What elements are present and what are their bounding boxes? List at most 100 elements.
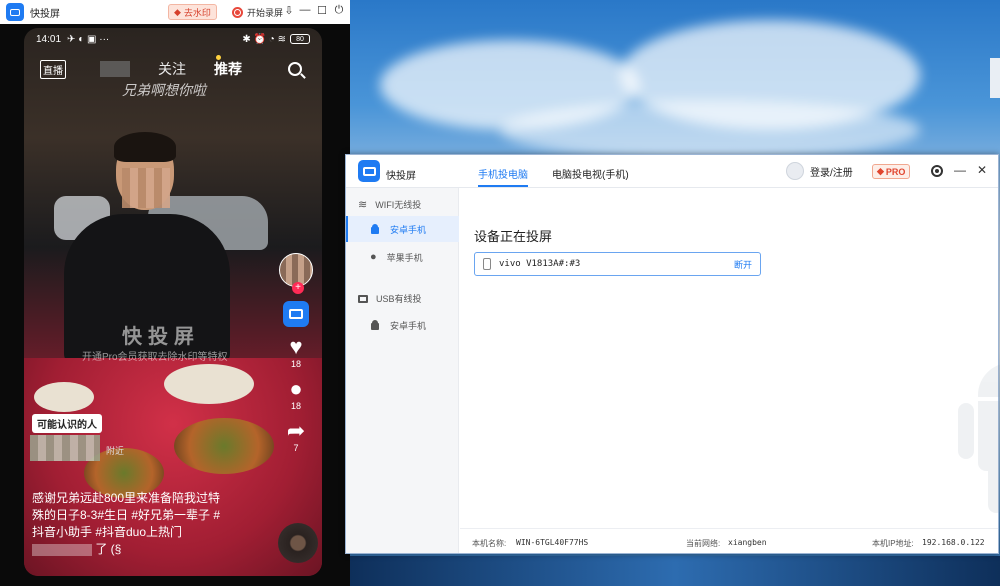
cloud bbox=[500, 100, 920, 160]
remove-watermark-label: 去水印 bbox=[183, 7, 211, 18]
phone-device-icon bbox=[483, 258, 491, 270]
connected-device-row[interactable]: vivo V1813A#:#3 断开 bbox=[474, 252, 761, 276]
tab-phone-to-pc[interactable]: 手机投电脑 bbox=[478, 166, 528, 187]
network-value: xiangben bbox=[728, 538, 767, 547]
comment-action[interactable]: ● 18 bbox=[276, 376, 316, 412]
power-button[interactable]: ⏻ bbox=[332, 4, 346, 17]
app-header: 快投屏 手机投电脑 电脑投电视(手机) 登录/注册 ◆ PRO — ✕ bbox=[346, 155, 998, 188]
host-value: WIN-6TGL40F77HS bbox=[516, 538, 589, 547]
caption-line: 了 (§ bbox=[32, 541, 262, 558]
mirror-titlebar: 快投屏 ◆ 去水印 开始录屏 ⇩ — ☐ ⏻ bbox=[0, 0, 350, 24]
sidebar-group-usb: USB有线投 bbox=[358, 292, 422, 305]
app-logo-icon bbox=[358, 160, 380, 182]
blurred-location bbox=[30, 435, 100, 461]
record-icon bbox=[232, 6, 243, 18]
phone-mirror-window: 快投屏 ◆ 去水印 开始录屏 ⇩ — ☐ ⏻ 14:01 ✈ ◐ ▣ ··· ✱… bbox=[0, 0, 350, 586]
device-name: vivo V1813A#:#3 bbox=[499, 259, 581, 269]
pin-icon[interactable]: ⇩ bbox=[282, 4, 296, 17]
share-count: 7 bbox=[293, 443, 299, 453]
sidebar-item-label: 苹果手机 bbox=[386, 252, 423, 263]
sidebar: ≋ WIFI无线投 安卓手机 ● 苹果手机 USB有线投 安卓手机 bbox=[346, 188, 459, 553]
taskbar-strip bbox=[350, 556, 1000, 586]
sidebar-item-wifi-apple[interactable]: ● 苹果手机 bbox=[346, 244, 459, 270]
remove-watermark-button[interactable]: ◆ 去水印 bbox=[168, 4, 217, 20]
heart-icon: ♥ bbox=[289, 334, 303, 359]
app-title: 快投屏 bbox=[386, 171, 416, 182]
caption-tail: 了 (§ bbox=[95, 542, 122, 556]
phone-top-nav: 直播 关注 推荐 bbox=[24, 55, 322, 80]
tab-recommend[interactable]: 推荐 bbox=[214, 59, 242, 79]
android-watermark-icon bbox=[950, 363, 1000, 533]
caption-line: 抖音小助手 #抖音duo上热门 bbox=[32, 525, 183, 539]
sidebar-item-usb-android[interactable]: 安卓手机 bbox=[346, 312, 459, 338]
login-label: 登录/注册 bbox=[810, 167, 853, 179]
host-label: 本机名称: bbox=[472, 539, 507, 548]
food-dish bbox=[174, 418, 274, 474]
blurred-tab[interactable] bbox=[100, 61, 130, 77]
mirror-title: 快投屏 bbox=[30, 8, 60, 20]
ip-label: 本机IP地址: bbox=[872, 539, 914, 548]
app-logo-icon bbox=[6, 3, 24, 21]
main-content: 设备正在投屏 vivo V1813A#:#3 断开 bbox=[460, 188, 1000, 528]
minimize-button[interactable]: — bbox=[953, 163, 967, 177]
plate bbox=[34, 382, 94, 412]
diamond-icon: ◆ bbox=[877, 166, 884, 176]
minimize-button[interactable]: — bbox=[298, 4, 312, 16]
nearby-label: 附近 bbox=[106, 446, 125, 456]
like-action[interactable]: ♥ 18 bbox=[276, 334, 316, 370]
desktop-icon[interactable] bbox=[990, 58, 1000, 98]
diamond-icon: ◆ bbox=[174, 6, 181, 17]
face-mosaic bbox=[122, 168, 170, 208]
android-icon bbox=[370, 320, 380, 330]
ip-value: 192.168.0.122 bbox=[922, 538, 985, 547]
maximize-button[interactable]: ☐ bbox=[315, 4, 329, 17]
status-footer: 本机名称: WIN-6TGL40F77HS 当前网络: xiangben 本机I… bbox=[460, 528, 998, 553]
login-register-button[interactable]: 登录/注册 bbox=[786, 162, 853, 180]
user-avatar-icon bbox=[786, 162, 804, 180]
handwritten-caption: 兄弟啊想你啦 bbox=[122, 83, 206, 99]
apple-icon: ● bbox=[370, 251, 377, 263]
status-time: 14:01 bbox=[36, 33, 62, 45]
status-right: ✱ ⏰ ◔ ≋ 80 bbox=[242, 34, 310, 45]
battery-icon: 80 bbox=[290, 34, 310, 44]
network-label: 当前网络: bbox=[686, 539, 721, 548]
signal-icons: ✱ ⏰ ◔ ≋ bbox=[242, 33, 286, 45]
status-icons: ✈ ◐ ▣ ··· bbox=[67, 33, 110, 45]
sidebar-item-label: 安卓手机 bbox=[390, 320, 427, 331]
pro-label: PRO bbox=[885, 166, 906, 177]
watermark-sub: 开通Pro会员获取去除水印等特权 bbox=[82, 352, 228, 363]
phone-screen[interactable]: 14:01 ✈ ◐ ▣ ··· ✱ ⏰ ◔ ≋ 80 直播 关注 推荐 兄弟啊想… bbox=[24, 28, 322, 576]
sidebar-group-wifi: ≋ WIFI无线投 bbox=[358, 198, 421, 211]
usb-icon bbox=[358, 294, 368, 303]
search-icon[interactable] bbox=[288, 62, 302, 76]
screencast-float-icon[interactable] bbox=[283, 301, 309, 327]
caption-line: 殊的日子8-3#生日 #好兄弟一辈子 # bbox=[32, 508, 221, 522]
video-caption[interactable]: 感谢兄弟远赴800里来准备陪我过特 殊的日子8-3#生日 #好兄弟一辈子 # 抖… bbox=[32, 490, 262, 558]
like-count: 18 bbox=[290, 359, 301, 369]
watermark-main: 快投屏 bbox=[122, 326, 200, 348]
live-tab[interactable]: 直播 bbox=[40, 59, 66, 79]
close-button[interactable]: ✕ bbox=[975, 163, 989, 177]
start-recording-button[interactable]: 开始录屏 bbox=[232, 4, 283, 20]
comment-icon: ● bbox=[289, 376, 303, 401]
pro-badge-button[interactable]: ◆ PRO bbox=[872, 164, 911, 179]
person-hair bbox=[114, 132, 176, 162]
share-icon: ➦ bbox=[286, 418, 306, 443]
blurred-text bbox=[32, 543, 92, 556]
plate bbox=[164, 364, 254, 404]
disconnect-button[interactable]: 断开 bbox=[734, 258, 752, 271]
caption-line: 感谢兄弟远赴800里来准备陪我过特 bbox=[32, 491, 221, 505]
author-avatar[interactable]: + bbox=[279, 253, 313, 294]
wifi-icon: ≋ bbox=[358, 199, 368, 211]
settings-icon[interactable] bbox=[931, 165, 943, 177]
tab-pc-to-tv[interactable]: 电脑投电视(手机) bbox=[552, 166, 629, 181]
start-recording-label: 开始录屏 bbox=[247, 7, 284, 18]
share-action[interactable]: ➦ 7 bbox=[276, 418, 316, 454]
sidebar-item-label: 安卓手机 bbox=[390, 224, 427, 235]
kuaitouping-main-window: 快投屏 手机投电脑 电脑投电视(手机) 登录/注册 ◆ PRO — ✕ ≋ WI… bbox=[345, 154, 1000, 554]
people-you-may-know-badge[interactable]: 可能认识的人 bbox=[32, 414, 102, 433]
sidebar-item-wifi-android[interactable]: 安卓手机 bbox=[346, 216, 459, 242]
tab-follow[interactable]: 关注 bbox=[158, 59, 186, 79]
music-disc-icon[interactable] bbox=[278, 523, 318, 563]
follow-plus-icon[interactable]: + bbox=[292, 282, 304, 294]
